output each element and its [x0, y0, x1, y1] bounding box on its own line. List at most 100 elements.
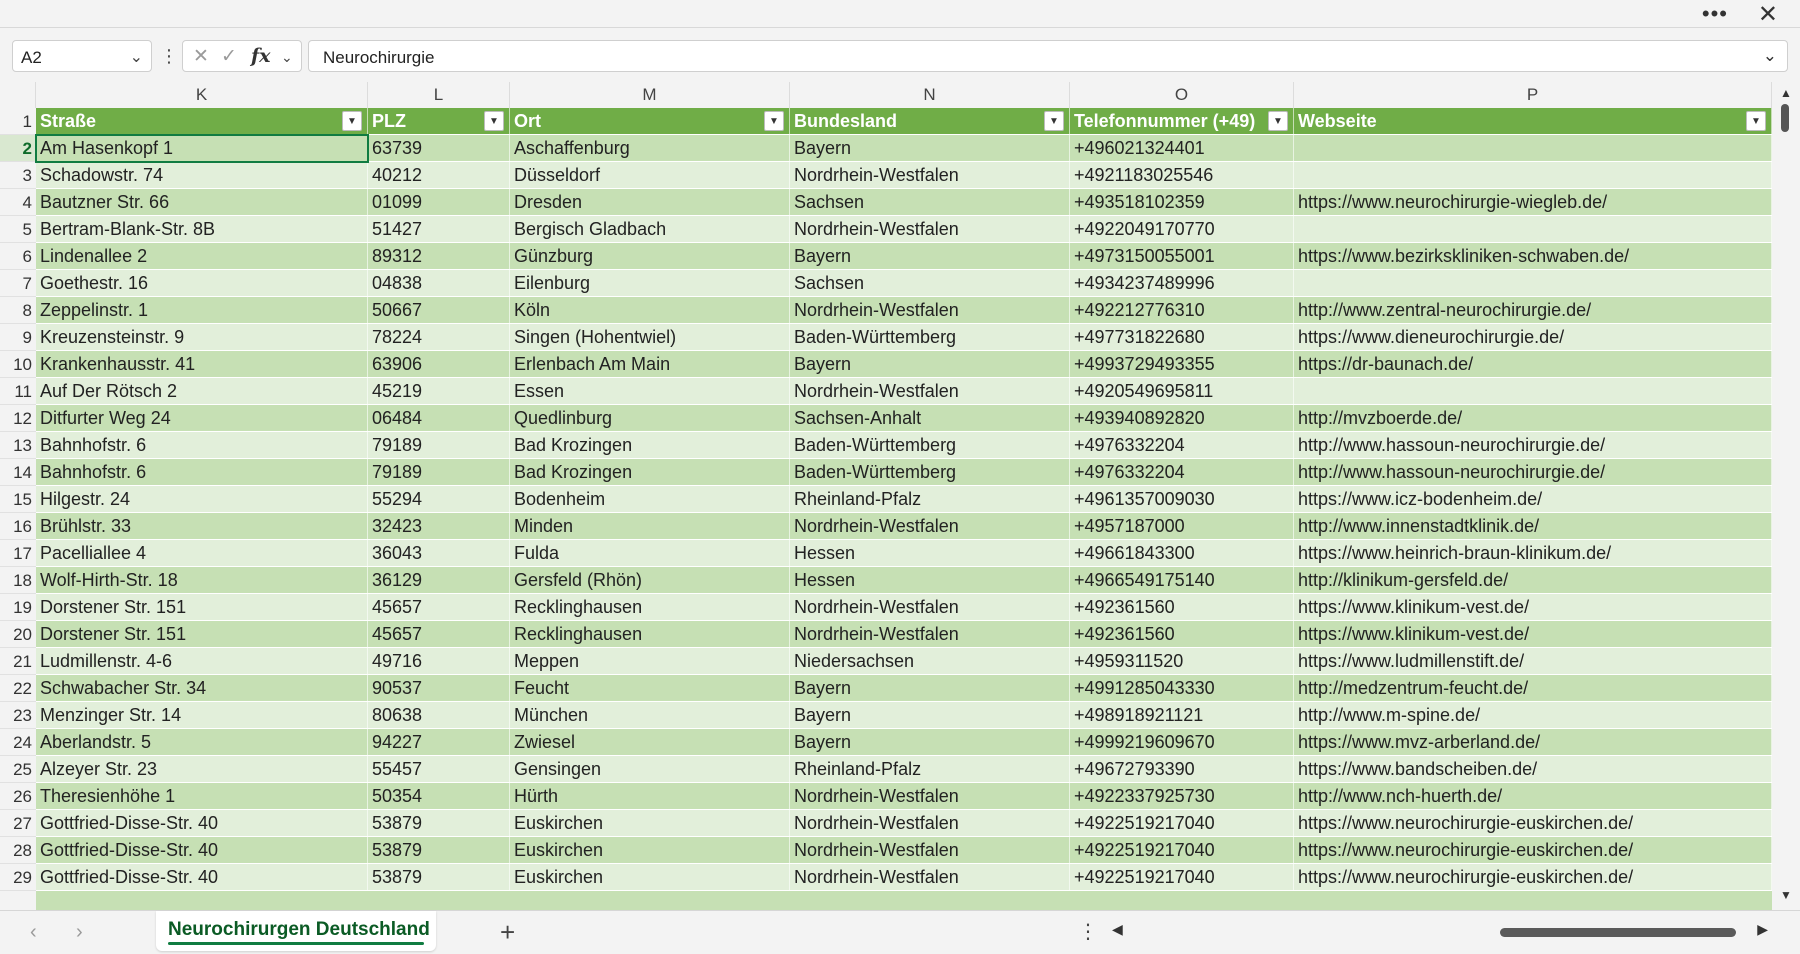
table-cell[interactable]: 80638 — [368, 702, 510, 729]
row-header[interactable]: 16 — [0, 513, 36, 540]
table-cell[interactable]: Singen (Hohentwiel) — [510, 324, 790, 351]
table-cell[interactable]: 63906 — [368, 351, 510, 378]
table-cell[interactable]: Hessen — [790, 540, 1070, 567]
row-header[interactable]: 10 — [0, 351, 36, 378]
table-cell[interactable]: Nordrhein-Westfalen — [790, 513, 1070, 540]
row-header[interactable]: 21 — [0, 648, 36, 675]
table-cell[interactable]: Euskirchen — [510, 810, 790, 837]
previous-sheet-icon[interactable]: ‹ — [30, 921, 37, 944]
table-cell[interactable]: +492361560 — [1070, 594, 1294, 621]
table-cell[interactable]: Feucht — [510, 675, 790, 702]
table-cell[interactable]: 55294 — [368, 486, 510, 513]
table-cell[interactable]: Auf Der Rötsch 2 — [36, 378, 368, 405]
filter-dropdown-icon[interactable]: ▼ — [1268, 111, 1288, 131]
table-cell[interactable]: Schadowstr. 74 — [36, 162, 368, 189]
table-cell[interactable]: Nordrhein-Westfalen — [790, 594, 1070, 621]
row-header[interactable] — [0, 891, 36, 910]
table-cell[interactable]: https://www.mvz-arberland.de/ — [1294, 729, 1772, 756]
sheet-tab-label[interactable]: Neurochirurgen Deutschland — [168, 919, 430, 941]
table-cell[interactable]: 89312 — [368, 243, 510, 270]
table-cell[interactable]: 50354 — [368, 783, 510, 810]
table-cell[interactable]: 63739 — [368, 135, 510, 162]
select-all-corner[interactable] — [0, 82, 36, 108]
formula-content[interactable]: Neurochirurgie — [323, 48, 435, 68]
row-header[interactable]: 23 — [0, 702, 36, 729]
table-cell[interactable]: Meppen — [510, 648, 790, 675]
table-cell[interactable]: Euskirchen — [510, 837, 790, 864]
table-cell[interactable]: Minden — [510, 513, 790, 540]
table-cell[interactable]: Bayern — [790, 135, 1070, 162]
table-cell[interactable]: Hessen — [790, 567, 1070, 594]
row-header[interactable]: 15 — [0, 486, 36, 513]
table-cell[interactable]: +49672793390 — [1070, 756, 1294, 783]
table-cell[interactable]: Baden-Württemberg — [790, 432, 1070, 459]
table-cell[interactable]: 01099 — [368, 189, 510, 216]
table-cell[interactable]: Euskirchen — [510, 864, 790, 891]
table-cell[interactable]: Niedersachsen — [790, 648, 1070, 675]
table-cell[interactable]: Dorstener Str. 151 — [36, 594, 368, 621]
table-cell[interactable] — [1294, 270, 1772, 297]
table-cell[interactable]: +497731822680 — [1070, 324, 1294, 351]
add-sheet-icon[interactable]: + — [500, 917, 515, 948]
table-cell[interactable]: +492361560 — [1070, 621, 1294, 648]
filter-dropdown-icon[interactable]: ▼ — [1044, 111, 1064, 131]
table-cell[interactable]: 45657 — [368, 594, 510, 621]
table-cell[interactable]: 90537 — [368, 675, 510, 702]
row-header[interactable]: 12 — [0, 405, 36, 432]
table-cell[interactable]: 04838 — [368, 270, 510, 297]
column-header-n[interactable]: N — [790, 82, 1070, 108]
table-cell[interactable]: Nordrhein-Westfalen — [790, 783, 1070, 810]
column-title[interactable]: Ort ▼ — [510, 108, 790, 135]
horizontal-scrollbar[interactable]: ◀ ▶ — [1110, 921, 1770, 943]
table-cell[interactable]: Köln — [510, 297, 790, 324]
table-cell[interactable]: Essen — [510, 378, 790, 405]
table-cell[interactable]: Bautzner Str. 66 — [36, 189, 368, 216]
vertical-scrollbar[interactable]: ▲ ▼ — [1772, 82, 1800, 910]
table-cell[interactable]: Gottfried-Disse-Str. 40 — [36, 837, 368, 864]
column-header-p[interactable]: P — [1294, 82, 1772, 108]
filter-dropdown-icon[interactable]: ▼ — [342, 111, 362, 131]
row-header[interactable]: 29 — [0, 864, 36, 891]
table-cell[interactable]: Bad Krozingen — [510, 432, 790, 459]
row-header[interactable]: 8 — [0, 297, 36, 324]
close-icon[interactable]: ✕ — [1758, 0, 1778, 29]
table-cell[interactable]: Aschaffenburg — [510, 135, 790, 162]
table-cell[interactable]: 79189 — [368, 459, 510, 486]
table-cell[interactable]: +49661843300 — [1070, 540, 1294, 567]
table-cell[interactable]: Bad Krozingen — [510, 459, 790, 486]
row-header[interactable]: 11 — [0, 378, 36, 405]
table-cell[interactable]: https://www.heinrich-braun-klinikum.de/ — [1294, 540, 1772, 567]
row-header[interactable]: 14 — [0, 459, 36, 486]
table-cell[interactable]: Ditfurter Weg 24 — [36, 405, 368, 432]
table-cell[interactable]: Bahnhofstr. 6 — [36, 432, 368, 459]
column-title[interactable]: Webseite ▼ — [1294, 108, 1772, 135]
row-header[interactable]: 5 — [0, 216, 36, 243]
table-cell[interactable]: +4966549175140 — [1070, 567, 1294, 594]
scroll-up-icon[interactable]: ▲ — [1780, 86, 1792, 100]
table-cell[interactable]: Bayern — [790, 675, 1070, 702]
scroll-thumb[interactable] — [1781, 104, 1789, 132]
table-cell[interactable]: +4922049170770 — [1070, 216, 1294, 243]
table-cell[interactable]: 50667 — [368, 297, 510, 324]
table-cell[interactable]: http://www.innenstadtklinik.de/ — [1294, 513, 1772, 540]
table-cell[interactable]: 36129 — [368, 567, 510, 594]
table-cell[interactable]: 36043 — [368, 540, 510, 567]
table-cell[interactable]: Wolf-Hirth-Str. 18 — [36, 567, 368, 594]
table-cell[interactable]: +4920549695811 — [1070, 378, 1294, 405]
table-cell[interactable]: +4922519217040 — [1070, 864, 1294, 891]
table-cell[interactable]: Schwabacher Str. 34 — [36, 675, 368, 702]
table-cell[interactable]: Nordrhein-Westfalen — [790, 297, 1070, 324]
row-header[interactable]: 20 — [0, 621, 36, 648]
table-cell[interactable]: https://www.bezirkskliniken-schwaben.de/ — [1294, 243, 1772, 270]
table-cell[interactable]: Gottfried-Disse-Str. 40 — [36, 810, 368, 837]
table-cell[interactable]: Zeppelinstr. 1 — [36, 297, 368, 324]
table-cell[interactable]: Alzeyer Str. 23 — [36, 756, 368, 783]
table-cell[interactable]: 45657 — [368, 621, 510, 648]
table-cell[interactable]: +4993729493355 — [1070, 351, 1294, 378]
table-cell[interactable]: Ludmillenstr. 4-6 — [36, 648, 368, 675]
table-cell[interactable]: +4957187000 — [1070, 513, 1294, 540]
table-cell[interactable]: Am Hasenkopf 1 — [36, 135, 368, 162]
table-cell[interactable]: Bergisch Gladbach — [510, 216, 790, 243]
table-cell[interactable]: +4976332204 — [1070, 459, 1294, 486]
row-header[interactable]: 3 — [0, 162, 36, 189]
